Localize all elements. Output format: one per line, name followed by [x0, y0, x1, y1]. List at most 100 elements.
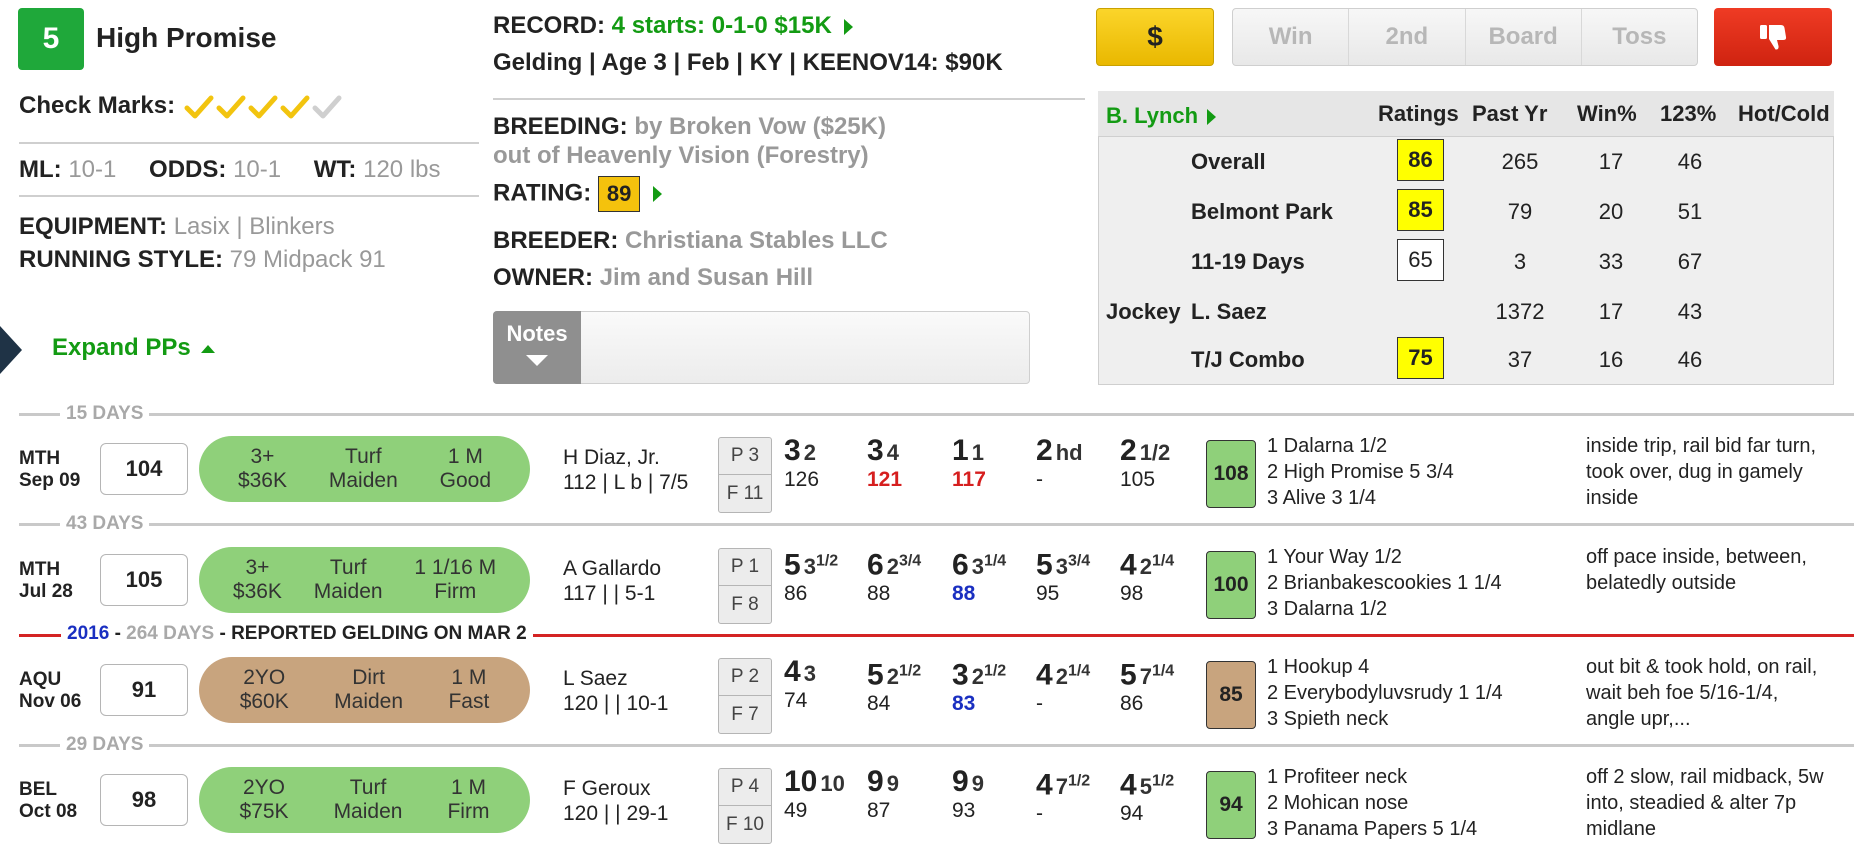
race-track-date: MTH Jul 28 — [19, 559, 73, 603]
odds-value: 10-1 — [233, 156, 282, 183]
call-lengths: 1/2 — [1139, 440, 1171, 465]
caret-right-icon[interactable] — [653, 186, 663, 202]
divider — [19, 142, 479, 144]
post-field-box: P 4 F 10 — [718, 768, 772, 844]
call-line: 2 hd — [1036, 436, 1083, 467]
call-figure: 105 — [1120, 468, 1156, 491]
race-figure-box[interactable]: 94 — [1206, 771, 1256, 839]
pill-column: Turf Maiden — [334, 776, 403, 824]
stat-itm-pct: 46 — [1677, 149, 1703, 174]
post-position: P 1 — [719, 549, 771, 586]
stat-past-yr: 1372 — [1495, 299, 1545, 324]
call-lengths: 21/4 — [1139, 553, 1175, 580]
col-header-itm-pct: 123% — [1660, 101, 1717, 126]
call-figure: 93 — [952, 799, 976, 822]
call-pos: 3 — [784, 434, 801, 467]
record-value[interactable]: 4 starts: 0-1-0 $15K — [612, 12, 832, 39]
stat-itm-pct: 43 — [1677, 299, 1703, 324]
trainer-name: B. Lynch — [1106, 103, 1199, 128]
trip-comment: off 2 slow, rail midback, 5w into, stead… — [1586, 766, 1824, 840]
race-conditions-pill[interactable]: 3+ $36K Turf Maiden 1 M Good — [199, 436, 530, 502]
trip-comment: inside trip, rail bid far turn, took ove… — [1586, 435, 1817, 509]
race-conditions-pill[interactable]: 3+ $36K Turf Maiden 1 1/16 M Firm — [199, 547, 530, 613]
race-figure-box[interactable]: 85 — [1206, 661, 1256, 729]
jockey-name: L Saez — [563, 667, 628, 690]
speed-figure-box[interactable]: 104 — [100, 443, 188, 495]
race-date: Jul 28 — [19, 581, 73, 602]
pill-purse: $75K — [239, 800, 289, 823]
pill-column: 1 M Good — [440, 445, 491, 493]
pill-cond: Good — [439, 469, 492, 492]
owner-value: Jim and Susan Hill — [599, 264, 814, 291]
call-pos: 2 — [1036, 434, 1053, 467]
pill-surface: Turf — [345, 445, 382, 468]
jockey-name: H Diaz, Jr. — [563, 446, 660, 469]
expand-pps-link[interactable]: Expand PPs — [52, 334, 216, 362]
side-collapse-tab[interactable] — [0, 326, 22, 374]
call-line: 5 31/2 — [784, 549, 838, 581]
call-pos: 10 — [784, 765, 818, 798]
thumbs-down-button[interactable] — [1714, 8, 1832, 66]
post-field-box: P 3 F 11 — [718, 437, 772, 513]
check-mark-empty-icon[interactable] — [312, 94, 342, 120]
breeder-row: BREEDER: Christiana Stables LLC — [493, 227, 888, 255]
stat-past-yr: 265 — [1501, 149, 1539, 174]
call-pos: 3 — [867, 434, 884, 467]
call-line: 10 10 — [784, 767, 845, 798]
speed-figure-box[interactable]: 105 — [100, 554, 188, 606]
breeding-label: BREEDING: — [493, 113, 628, 140]
toss-button[interactable]: Toss — [1582, 9, 1697, 65]
days-since-label: 29 DAYS — [60, 734, 150, 756]
pill-type: Maiden — [313, 580, 383, 603]
notes-button[interactable]: Notes — [493, 311, 581, 384]
running-style-row: RUNNING STYLE: 79 Midpack 91 — [19, 246, 386, 274]
jockey-info: A Gallardo 117 | | 5-1 — [563, 556, 661, 606]
post-position: P 2 — [719, 659, 771, 696]
check-mark-icon[interactable] — [248, 94, 278, 120]
speed-figure-box[interactable]: 91 — [100, 664, 188, 716]
board-button[interactable]: Board — [1466, 9, 1582, 65]
call-pos: 4 — [784, 655, 801, 688]
race-track-date: AQU Nov 06 — [19, 669, 81, 713]
trainer-link[interactable]: B. Lynch — [1106, 103, 1217, 129]
race-figure-box[interactable]: 108 — [1206, 440, 1256, 508]
call-line: 4 71/2 — [1036, 769, 1090, 801]
stat-rating-badge: 86 — [1397, 139, 1444, 181]
win-button[interactable]: Win — [1233, 9, 1350, 65]
post-field-box: P 2F 7 — [718, 658, 772, 734]
race-conditions-pill[interactable]: 2YO $60K Dirt Maiden 1 M Fast — [199, 657, 530, 723]
caret-right-icon[interactable] — [844, 18, 854, 35]
pill-dist: 1 M — [450, 776, 486, 799]
call-pos: 5 — [867, 658, 884, 692]
call-pos: 6 — [952, 548, 969, 582]
call-position: 5 31/2 86 — [784, 549, 838, 607]
pill-dist: 1 M — [447, 445, 483, 468]
ml-value: 10-1 — [68, 156, 117, 183]
finish-order: 1 Profiteer neck 2 Mohican nose 3 Panama P… — [1267, 764, 1477, 842]
check-mark-icon[interactable] — [280, 94, 310, 120]
check-mark-icon[interactable] — [216, 94, 246, 120]
call-figure: 117 — [952, 468, 986, 491]
divider — [493, 98, 1085, 100]
finisher: 3 Dalarna 1/2 — [1267, 598, 1388, 620]
call-position: 2 hd - — [1036, 436, 1083, 493]
bet-dollar-button[interactable]: $ — [1096, 8, 1214, 66]
call-lengths: 10 — [820, 771, 845, 796]
call-pos: 5 — [1036, 548, 1053, 582]
race-track: BEL — [19, 779, 57, 800]
pill-age: 3+ — [250, 445, 275, 468]
check-mark-icon[interactable] — [184, 94, 214, 120]
race-figure-box[interactable]: 100 — [1206, 551, 1256, 619]
race-conditions-pill[interactable]: 2YO $75K Turf Maiden 1 M Firm — [199, 767, 530, 833]
horse-summary: Gelding | Age 3 | Feb | KY | KEENOV14: $… — [493, 49, 1003, 76]
col-header-win-pct: Win% — [1577, 101, 1637, 126]
pill-column: Turf Maiden — [314, 556, 383, 604]
call-figure: 84 — [867, 692, 891, 716]
speed-figure-box[interactable]: 98 — [100, 774, 188, 826]
record-label: RECORD: — [493, 12, 605, 39]
second-button[interactable]: 2nd — [1349, 9, 1466, 65]
stat-label: L. Saez — [1191, 299, 1267, 324]
call-position: 4 21/4- — [1036, 659, 1090, 717]
call-pos: 3 — [952, 658, 969, 692]
call-line: 6 23/4 — [867, 549, 921, 581]
